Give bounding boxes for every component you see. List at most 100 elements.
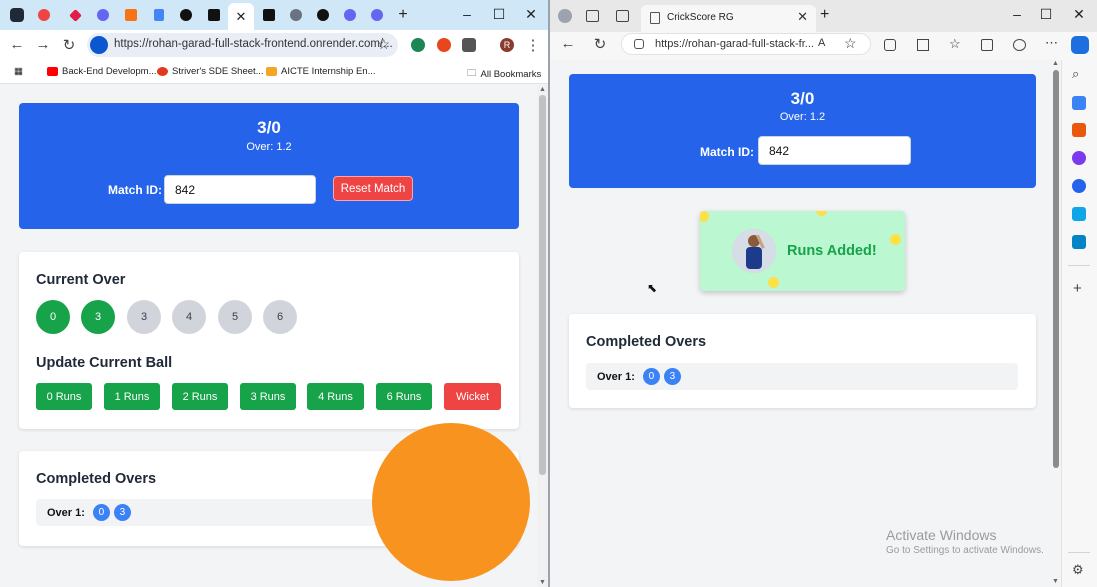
tab-docs[interactable] [146,4,172,26]
split-screen-icon[interactable] [917,39,929,51]
bookmark-3[interactable]: AICTE Internship En... [266,66,376,77]
right-scrollbar[interactable]: ▲ ▼ [1050,60,1061,587]
tab-gear[interactable] [90,4,116,26]
add-icon[interactable]: + [1073,280,1082,297]
ball-1: 0 [36,300,70,334]
over-text: Over: 1.2 [246,141,292,153]
favorites-icon[interactable]: ☆ [949,36,961,52]
back-button[interactable]: ← [559,35,577,52]
vertical-tabs-icon[interactable] [616,10,629,22]
menu-button[interactable]: ⋮ [524,36,542,54]
grammarly-icon[interactable] [411,38,425,52]
tab-active[interactable]: ✕ [228,3,254,30]
all-bookmarks[interactable]: 🗀 All Bookmarks [467,66,541,82]
search-icon[interactable]: ⌕ [1072,66,1079,82]
tab-puzzle[interactable] [201,4,227,26]
left-scrollbar[interactable]: ▲ ▼ [537,85,548,587]
extension-icon[interactable] [437,38,451,52]
run-3-button[interactable]: 3 Runs [240,383,296,410]
url-text: https://rohan-garad-full-stack-frontend.… [114,38,393,50]
completed-overs-title: Completed Overs [586,334,707,350]
window-close-button[interactable]: ✕ [1070,6,1088,23]
bookmarks-bar: ▦ Back-End Developm... Striver's SDE She… [0,60,548,84]
over-ball-chip: 0 [92,504,110,521]
scroll-down-arrow[interactable]: ▼ [538,579,547,586]
minimize-button[interactable]: – [458,6,476,22]
score-card: 3/0 Over: 1.2 Match ID: 842 [569,74,1036,188]
run-0-button[interactable]: 0 Runs [36,383,92,410]
tab-openai[interactable] [173,4,199,26]
copilot-icon[interactable] [1071,36,1089,54]
star-icon[interactable]: ☆ [377,36,390,53]
outlook-icon[interactable] [1072,207,1086,221]
profile-avatar[interactable]: R [500,38,514,52]
maximize-button[interactable]: ☐ [1037,6,1055,23]
address-bar[interactable]: https://rohan-garad-full-stack-fr... [621,33,871,55]
profile-icon[interactable] [558,9,572,23]
site-info-icon[interactable] [90,36,108,54]
reset-match-button[interactable]: Reset Match [333,176,413,201]
match-id-input[interactable]: 842 [758,136,911,165]
gear-icon[interactable]: ⚙ [1072,562,1084,578]
tab-globe[interactable] [283,4,309,26]
bookmark-1[interactable]: Back-End Developm... [47,66,157,77]
tab-crickscore[interactable]: CrickScore RG ✕ [641,5,816,32]
scroll-down-arrow[interactable]: ▼ [1051,578,1060,585]
striver-icon [157,67,168,76]
address-bar[interactable]: https://rohan-garad-full-stack-frontend.… [87,33,398,57]
tab-diamond[interactable] [62,4,88,26]
tab-app[interactable] [118,4,144,26]
right-browser-window: CrickScore RG ✕ + – ☐ ✕ ← ↻ https://roha… [550,0,1097,587]
run-6-button[interactable]: 6 Runs [376,383,432,410]
scrollbar-thumb[interactable] [1053,70,1059,468]
bookmark-2-label: Striver's SDE Sheet... [172,66,264,77]
gear-icon [97,9,109,21]
record-icon [38,9,50,21]
forward-button[interactable]: → [34,36,52,53]
reload-button[interactable]: ↻ [591,35,609,53]
match-id-input[interactable]: 842 [164,175,316,204]
scroll-up-arrow[interactable]: ▲ [538,86,547,93]
run-4-button[interactable]: 4 Runs [307,383,364,410]
new-tab-button[interactable]: + [390,4,416,26]
games-icon[interactable] [1072,151,1086,165]
back-button[interactable]: ← [8,36,26,53]
shopping-icon[interactable] [1072,96,1086,110]
workspaces-icon[interactable] [586,10,599,22]
extensions-icon[interactable] [884,39,896,51]
right-page: 3/0 Over: 1.2 Match ID: 842 Runs Added! … [550,60,1057,587]
minimize-button[interactable]: – [1008,6,1026,22]
tab-record[interactable] [31,4,57,26]
run-2-button[interactable]: 2 Runs [172,383,228,410]
reload-icon: ↻ [593,36,607,53]
tools-icon[interactable] [1072,123,1086,137]
tab-openai-2[interactable] [310,4,336,26]
apps-icon[interactable]: ▦ [14,66,23,77]
close-icon[interactable]: ✕ [236,9,247,25]
tab-search-button[interactable] [4,4,30,26]
telegram-icon[interactable] [1072,235,1086,249]
settings-menu-icon[interactable]: ⋯ [1045,35,1058,51]
lock-icon[interactable] [634,39,644,49]
bookmark-2[interactable]: Striver's SDE Sheet... [157,66,264,77]
tab-gear-3[interactable] [364,4,390,26]
collections-icon[interactable] [981,39,993,51]
extensions-puzzle-icon[interactable] [462,38,476,52]
puzzle-icon [263,9,275,21]
copilot-sidebar-icon[interactable] [1072,179,1086,193]
run-1-button[interactable]: 1 Runs [104,383,160,410]
browser-essentials-icon[interactable] [1013,39,1026,51]
star-icon[interactable]: ☆ [844,35,857,52]
wicket-button[interactable]: Wicket [444,383,501,410]
scroll-up-arrow[interactable]: ▲ [1051,60,1060,67]
tab-gear-2[interactable] [337,4,363,26]
maximize-button[interactable]: ☐ [490,6,508,23]
tab-puzzle-2[interactable] [256,4,282,26]
scrollbar-thumb[interactable] [539,95,546,475]
docs-icon [154,9,164,21]
window-close-button[interactable]: ✕ [522,6,540,23]
new-tab-button[interactable]: + [820,6,829,24]
close-icon[interactable]: ✕ [797,9,808,25]
read-aloud-icon[interactable]: A [818,37,825,49]
reload-button[interactable]: ↻ [60,36,78,54]
